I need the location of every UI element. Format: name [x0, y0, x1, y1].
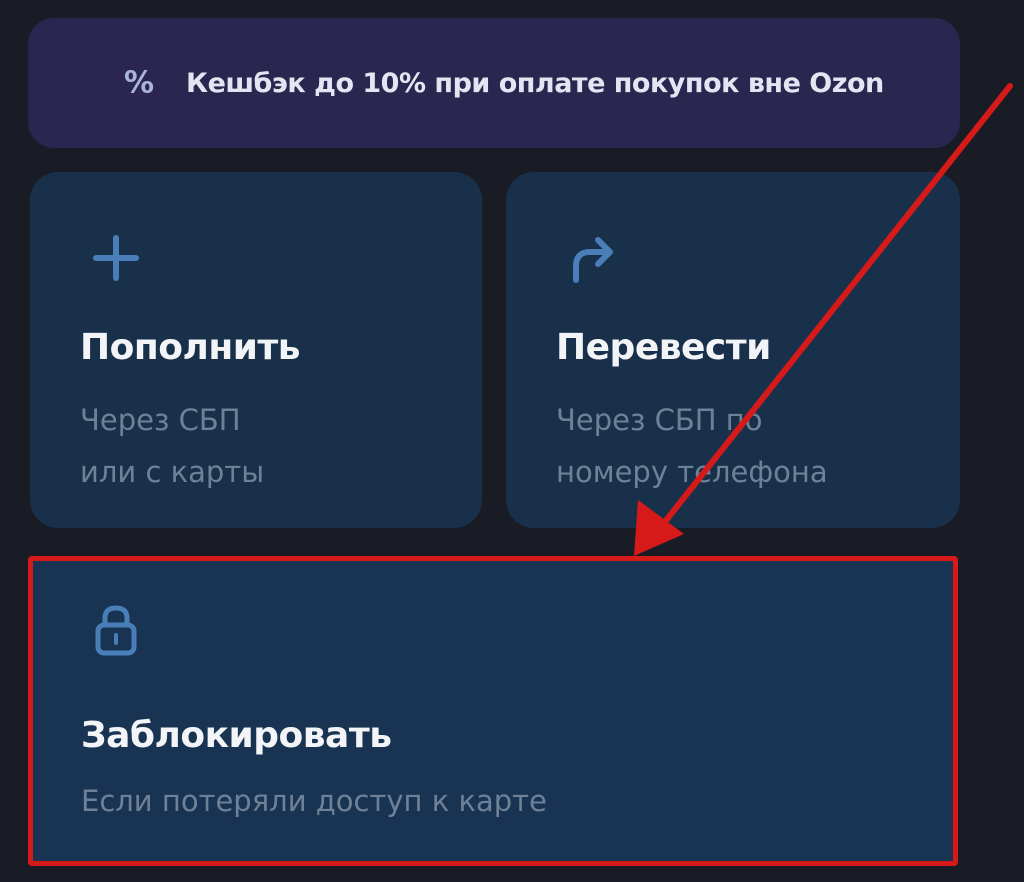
cashback-banner[interactable]: % Кешбэк до 10% при оплате покупок вне O… — [28, 18, 960, 148]
cashback-text: Кешбэк до 10% при оплате покупок вне Ozo… — [186, 67, 884, 99]
block-title: Заблокировать — [81, 715, 392, 756]
plus-icon — [93, 235, 139, 281]
transfer-button[interactable]: Перевести Через СБП по номеру телефона — [506, 172, 960, 528]
transfer-subtitle: Через СБП по номеру телефона — [556, 403, 828, 489]
forward-arrow-icon — [573, 237, 613, 283]
card-actions-screen: % Кешбэк до 10% при оплате покупок вне O… — [0, 0, 1024, 882]
block-card-button[interactable]: Заблокировать Если потеряли доступ к кар… — [28, 556, 958, 866]
block-subtitle: Если потеряли доступ к карте — [81, 784, 547, 818]
topup-title: Пополнить — [80, 327, 301, 368]
percent-icon: % — [124, 65, 155, 101]
topup-subtitle: Через СБП или с карты — [80, 403, 265, 489]
transfer-title: Перевести — [556, 327, 771, 368]
lock-icon — [95, 605, 137, 656]
topup-button[interactable]: Пополнить Через СБП или с карты — [30, 172, 482, 528]
